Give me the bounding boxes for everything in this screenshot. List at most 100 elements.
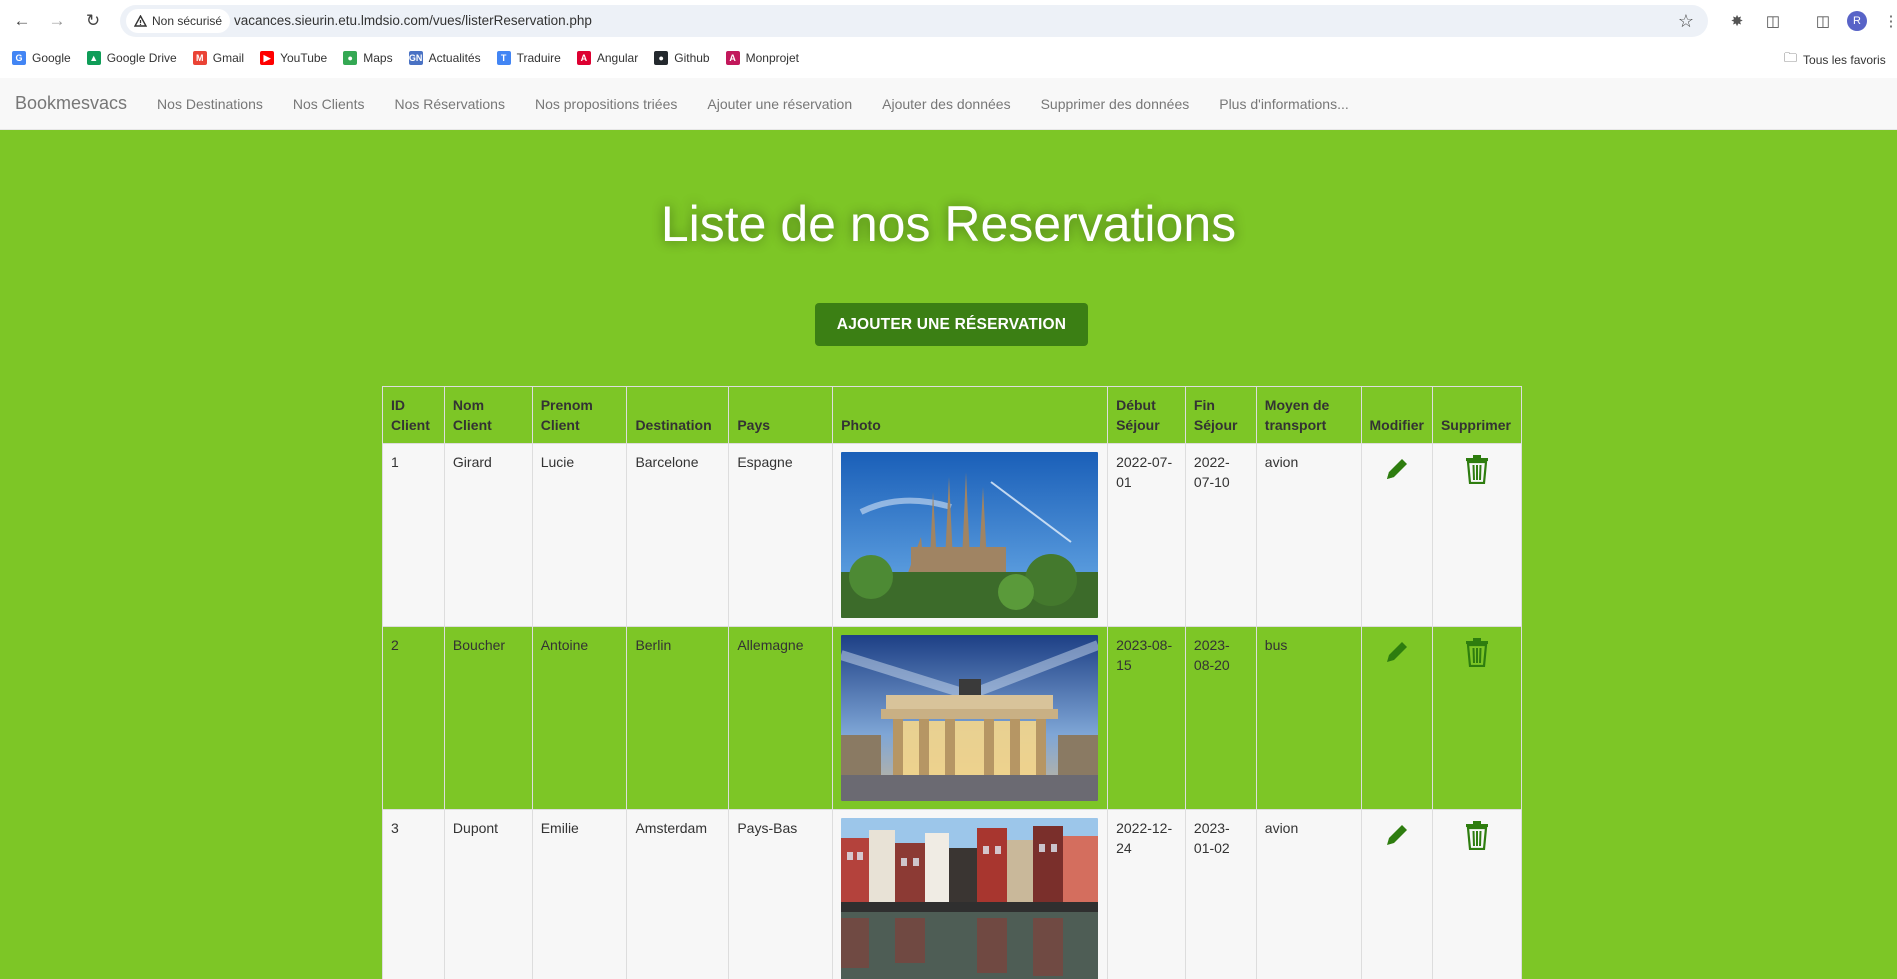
- brand-link[interactable]: Bookmesvacs: [15, 93, 127, 114]
- cell-photo: [832, 443, 1109, 627]
- cell-transport: avion: [1255, 809, 1362, 979]
- side-panel-icon[interactable]: ◫: [1811, 9, 1835, 33]
- github-icon: ●: [654, 51, 669, 65]
- nav-link-add-reservation[interactable]: Ajouter une réservation: [692, 96, 867, 112]
- header-transport: Moyen de transport: [1255, 386, 1362, 444]
- bookmark-item[interactable]: G Google: [12, 51, 71, 65]
- header-prenom-client: Prenom Client: [531, 386, 628, 444]
- cell-transport: avion: [1255, 443, 1362, 627]
- bookmark-item[interactable]: ▲ Google Drive: [86, 51, 177, 65]
- cell-debut: 2022-12-24: [1107, 809, 1186, 979]
- bookmark-item[interactable]: M Gmail: [192, 51, 245, 65]
- cell-destination: Amsterdam: [626, 809, 730, 979]
- cell-modifier: [1360, 809, 1433, 979]
- bookmark-item[interactable]: T Traduire: [496, 51, 561, 65]
- bookmark-label: Traduire: [516, 51, 561, 65]
- cell-id: 2: [382, 626, 445, 810]
- header-id-client: ID Client: [382, 386, 445, 444]
- cell-supprimer: [1431, 626, 1523, 810]
- bookmark-item[interactable]: ● Github: [654, 51, 710, 65]
- trash-icon[interactable]: [1464, 454, 1490, 484]
- bookmark-item[interactable]: A Monprojet: [725, 51, 799, 65]
- site-navbar: Bookmesvacs Nos Destinations Nos Clients…: [0, 78, 1897, 130]
- browser-chrome: ← → ↻ Non sécurisé vacances.sieurin.etu.…: [0, 0, 1897, 78]
- warning-icon: [134, 15, 147, 27]
- forward-icon[interactable]: →: [45, 9, 69, 33]
- trash-icon[interactable]: [1464, 637, 1490, 667]
- nav-link-reservations[interactable]: Nos Réservations: [379, 96, 520, 112]
- bookmarks-bar: G Google ▲ Google Drive M Gmail ▶ YouTube ● Maps G…: [0, 46, 1897, 70]
- table-row: 2 Boucher Antoine Berlin Allemagne 2023-…: [382, 626, 1523, 810]
- cell-fin: 2022-07-10: [1184, 443, 1257, 627]
- url-text[interactable]: vacances.sieurin.etu.lmdsio.com/vues/lis…: [234, 13, 592, 28]
- brandenburg-gate-photo: [841, 635, 1099, 801]
- menu-dots-icon[interactable]: ⋮: [1879, 9, 1897, 33]
- angular-icon: A: [576, 51, 591, 65]
- nav-link-more-info[interactable]: Plus d'informations...: [1204, 96, 1364, 112]
- table-header-row: ID Client Nom Client Prenom Client Desti…: [382, 386, 1523, 444]
- nav-link-clients[interactable]: Nos Clients: [278, 96, 380, 112]
- add-reservation-button[interactable]: AJOUTER UNE RÉSERVATION: [815, 303, 1088, 346]
- bookmark-label: Google Drive: [106, 51, 177, 65]
- cell-prenom: Emilie: [531, 809, 628, 979]
- header-destination: Destination: [626, 386, 730, 444]
- gmail-icon: M: [192, 51, 207, 65]
- sagrada-familia-photo: [841, 452, 1099, 618]
- page-title: Liste de nos Reservations: [660, 196, 1237, 252]
- bookmark-label: Monprojet: [745, 51, 799, 65]
- cell-photo: [832, 809, 1109, 979]
- bookmark-label: Maps: [363, 51, 393, 65]
- header-nom-client: Nom Client: [443, 386, 533, 444]
- bookmarks-folder[interactable]: 🗀 Tous les favoris: [1784, 49, 1886, 71]
- drive-icon: ▲: [86, 51, 101, 65]
- nav-link-propositions[interactable]: Nos propositions triées: [520, 96, 692, 112]
- header-debut-sejour: Début Séjour: [1107, 386, 1186, 444]
- back-icon[interactable]: ←: [10, 9, 34, 33]
- cell-prenom: Antoine: [531, 626, 628, 810]
- address-bar[interactable]: Non sécurisé vacances.sieurin.etu.lmdsio…: [120, 5, 1708, 37]
- cell-pays: Pays-Bas: [728, 809, 834, 979]
- cell-nom: Dupont: [443, 809, 533, 979]
- bookmark-item[interactable]: GN Actualités: [408, 51, 481, 65]
- table-row: 1 Girard Lucie Barcelone Espagne 2022-07…: [382, 443, 1523, 627]
- security-label: Non sécurisé: [152, 14, 223, 28]
- bookmark-label: Google: [32, 51, 71, 65]
- bookmark-item[interactable]: ▶ YouTube: [260, 51, 327, 65]
- reload-icon[interactable]: ↻: [81, 9, 105, 33]
- pencil-icon[interactable]: [1382, 820, 1412, 850]
- bookmark-item[interactable]: ● Maps: [343, 51, 393, 65]
- cell-transport: bus: [1255, 626, 1362, 810]
- extension-bug-icon[interactable]: ✸: [1725, 9, 1749, 33]
- bookmark-label: Angular: [596, 51, 639, 65]
- security-chip[interactable]: Non sécurisé: [126, 9, 231, 33]
- cell-debut: 2023-08-15: [1107, 626, 1186, 810]
- profile-avatar[interactable]: R: [1847, 11, 1867, 31]
- pencil-icon[interactable]: [1382, 454, 1412, 484]
- cell-modifier: [1360, 443, 1433, 627]
- extensions-puzzle-icon[interactable]: ◫: [1761, 9, 1785, 33]
- browser-toolbar: ← → ↻ Non sécurisé vacances.sieurin.etu.…: [0, 0, 1897, 42]
- bookmark-label: Github: [674, 51, 710, 65]
- table-row: 3 Dupont Emilie Amsterdam Pays-Bas 2022-…: [382, 809, 1523, 979]
- cell-prenom: Lucie: [531, 443, 628, 627]
- cell-destination: Berlin: [626, 626, 730, 810]
- reservations-table: ID Client Nom Client Prenom Client Desti…: [382, 386, 1523, 979]
- translate-icon: T: [496, 51, 511, 65]
- bookmark-star-icon[interactable]: ☆: [1678, 11, 1694, 32]
- bookmark-item[interactable]: A Angular: [576, 51, 639, 65]
- cell-supprimer: [1431, 809, 1523, 979]
- nav-link-add-data[interactable]: Ajouter des données: [867, 96, 1025, 112]
- cell-id: 1: [382, 443, 445, 627]
- pencil-icon[interactable]: [1382, 637, 1412, 667]
- cell-supprimer: [1431, 443, 1523, 627]
- cell-destination: Barcelone: [626, 443, 730, 627]
- youtube-icon: ▶: [260, 51, 275, 65]
- trash-icon[interactable]: [1464, 820, 1490, 850]
- nav-link-destinations[interactable]: Nos Destinations: [142, 96, 278, 112]
- nav-link-delete-data[interactable]: Supprimer des données: [1026, 96, 1205, 112]
- news-icon: GN: [408, 51, 423, 65]
- header-modifier: Modifier: [1360, 386, 1433, 444]
- bookmark-label: Actualités: [428, 51, 481, 65]
- folder-icon: 🗀: [1784, 50, 1798, 65]
- bookmark-label: Gmail: [212, 51, 245, 65]
